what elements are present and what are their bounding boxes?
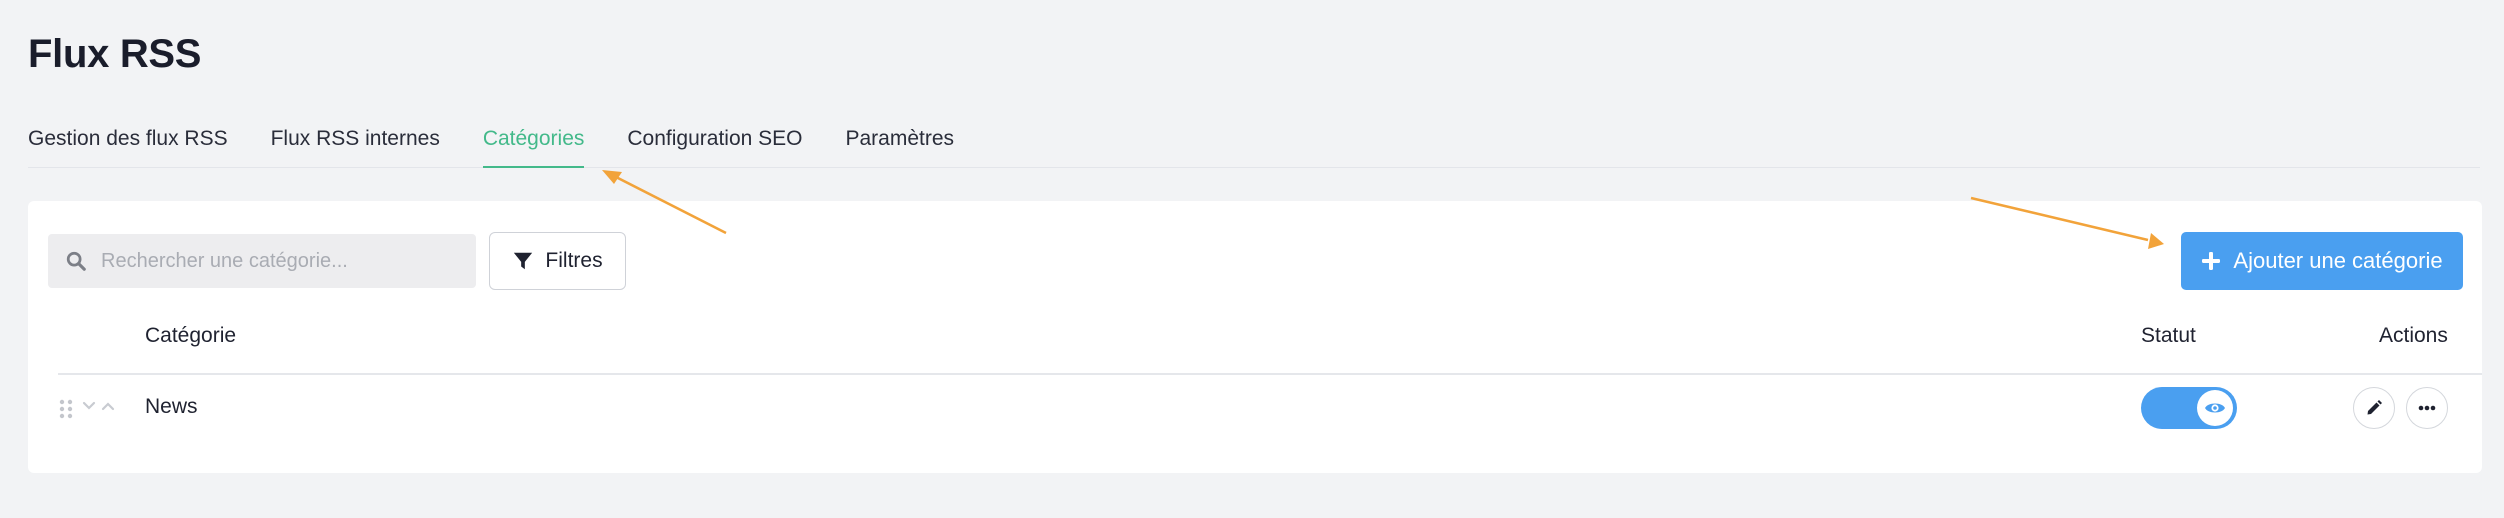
search-input[interactable] [101, 249, 461, 273]
pencil-icon [2367, 400, 2382, 415]
tab-bar: Gestion des flux RSS Flux RSS internes C… [28, 122, 2480, 168]
table-row: News [28, 375, 2482, 443]
eye-icon [2205, 403, 2225, 413]
chevron-up-icon[interactable] [101, 401, 115, 411]
drag-handle-icon[interactable] [59, 399, 73, 419]
column-header-status: Statut [2141, 324, 2196, 347]
more-actions-button[interactable] [2406, 387, 2448, 429]
filter-button[interactable]: Filtres [489, 232, 626, 290]
toggle-knob [2197, 390, 2233, 426]
chevron-down-icon[interactable] [82, 401, 96, 411]
add-category-button[interactable]: Ajouter une catégorie [2181, 232, 2463, 290]
page: Flux RSS Gestion des flux RSS Flux RSS i… [0, 0, 2504, 518]
categories-panel: Filtres Ajouter une catégorie Catégorie … [28, 201, 2482, 473]
plus-icon [2202, 252, 2221, 270]
tab-categories[interactable]: Catégories [482, 122, 585, 168]
filter-button-label: Filtres [545, 249, 603, 272]
edit-button[interactable] [2353, 387, 2395, 429]
tab-configuration-seo[interactable]: Configuration SEO [627, 122, 802, 168]
status-toggle[interactable] [2141, 387, 2237, 429]
tab-parametres[interactable]: Paramètres [846, 122, 955, 168]
tab-flux-internes[interactable]: Flux RSS internes [271, 122, 440, 168]
tab-gestion-flux[interactable]: Gestion des flux RSS [28, 122, 228, 168]
column-header-category: Catégorie [145, 324, 237, 347]
search-box[interactable] [48, 234, 476, 288]
page-title: Flux RSS [28, 32, 202, 76]
add-category-label: Ajouter une catégorie [2233, 248, 2443, 273]
category-name: News [145, 395, 198, 418]
column-header-actions: Actions [2379, 324, 2448, 347]
funnel-icon [514, 252, 533, 270]
more-icon [2418, 405, 2436, 411]
search-icon [66, 251, 86, 271]
